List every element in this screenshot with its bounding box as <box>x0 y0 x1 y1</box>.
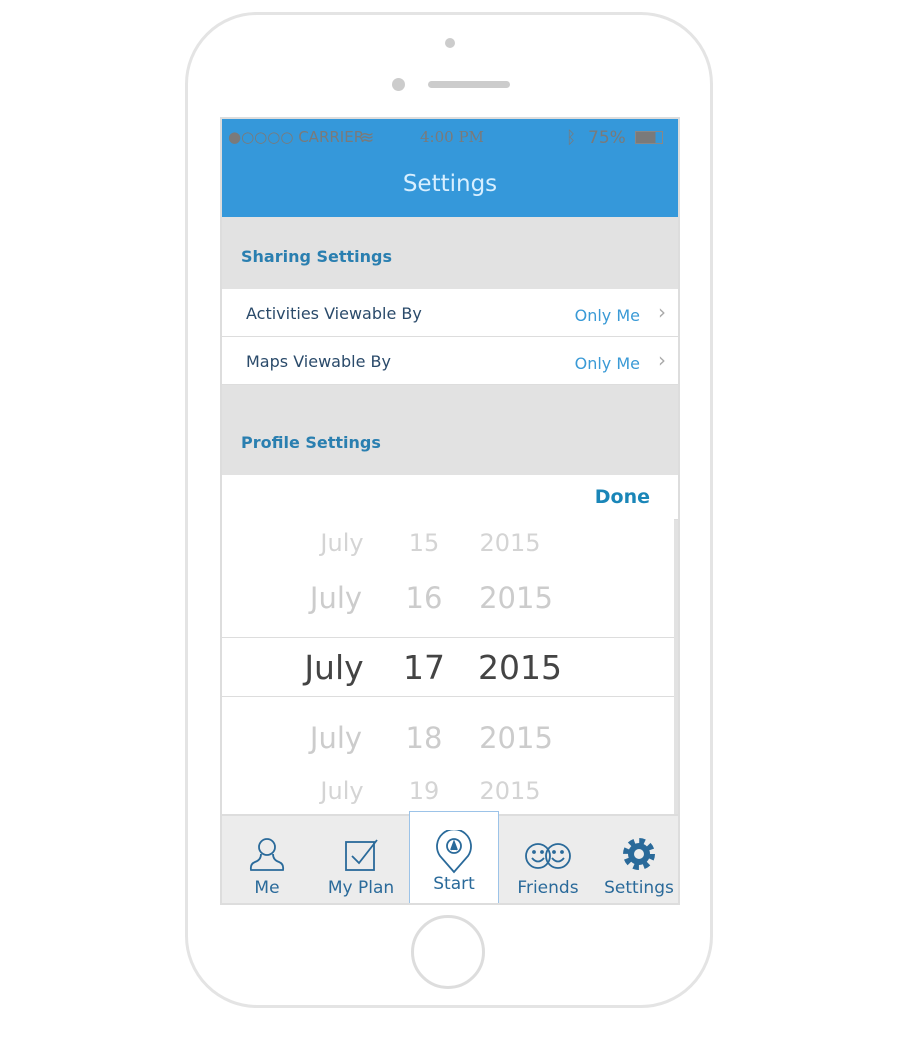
tab-label: Friends <box>517 878 579 898</box>
date-picker[interactable]: July 15 2015 July 16 2015 July 17 2015 July 18 2… <box>222 519 674 814</box>
picker-toolbar: Done <box>222 475 678 520</box>
tab-my-plan[interactable]: My Plan <box>316 816 406 903</box>
section-header-profile: Profile Settings <box>222 385 678 475</box>
tab-settings[interactable]: Settings <box>594 816 678 903</box>
screen: ●○○○○ CARRIER ≋ 4:00 PM ᛒ 75% Settings S… <box>220 117 680 905</box>
chevron-right-icon: › <box>658 348 666 372</box>
smiley-faces-icon <box>525 843 571 869</box>
status-bar: ●○○○○ CARRIER ≋ 4:00 PM ᛒ 75% <box>222 119 678 157</box>
chevron-right-icon: › <box>658 300 666 324</box>
tab-label: My Plan <box>327 878 395 898</box>
camera <box>445 38 455 48</box>
speaker <box>428 81 510 88</box>
year: 2015 <box>479 581 553 615</box>
month: July <box>309 581 363 615</box>
year: 2015 <box>479 721 553 755</box>
nav-bar: Settings <box>222 157 678 217</box>
row-value: Only Me <box>574 354 640 373</box>
wifi-icon: ≋ <box>360 128 375 148</box>
tab-friends[interactable]: Friends <box>503 816 593 903</box>
row-value: Only Me <box>574 306 640 325</box>
year: 2015 <box>478 648 562 687</box>
person-icon <box>249 838 285 871</box>
activities-viewable-row[interactable]: Activities Viewable By Only Me › <box>222 289 678 337</box>
year: 2015 <box>479 777 541 805</box>
month: July <box>320 777 364 805</box>
month: July <box>304 648 364 687</box>
day: 17 <box>403 648 445 687</box>
battery-icon <box>635 131 663 144</box>
month: July <box>320 529 364 557</box>
tab-me[interactable]: Me <box>222 816 312 903</box>
row-label: Maps Viewable By <box>246 352 391 371</box>
section-header-sharing: Sharing Settings <box>222 217 678 289</box>
bluetooth-icon: ᛒ <box>566 128 577 148</box>
tab-label: Settings <box>604 878 674 898</box>
section-title: Profile Settings <box>241 433 381 452</box>
day: 19 <box>408 777 440 805</box>
tab-start[interactable]: Start <box>409 811 499 903</box>
done-button[interactable]: Done <box>595 486 650 508</box>
maps-viewable-row[interactable]: Maps Viewable By Only Me › <box>222 337 678 385</box>
time: 4:00 PM <box>420 128 484 146</box>
month: July <box>309 721 363 755</box>
tab-label: Start <box>433 874 475 894</box>
battery-percent: 75% <box>588 128 626 148</box>
gear-icon <box>623 838 655 870</box>
page-title: Settings <box>402 171 498 197</box>
home-button[interactable] <box>411 915 485 989</box>
picker-selected-row[interactable]: July 17 2015 <box>222 637 674 697</box>
row-label: Activities Viewable By <box>246 304 422 323</box>
carrier: ●○○○○ CARRIER <box>228 128 365 146</box>
checkbox-icon <box>345 839 378 871</box>
sensor <box>392 78 405 91</box>
day: 15 <box>408 529 440 557</box>
tab-label: Me <box>254 878 280 898</box>
day: 16 <box>405 581 443 615</box>
section-title: Sharing Settings <box>241 247 393 266</box>
day: 18 <box>405 721 443 755</box>
location-pin-icon <box>436 830 472 874</box>
tab-bar: Me My Plan Start Friends Settings <box>222 811 678 903</box>
year: 2015 <box>479 529 541 557</box>
